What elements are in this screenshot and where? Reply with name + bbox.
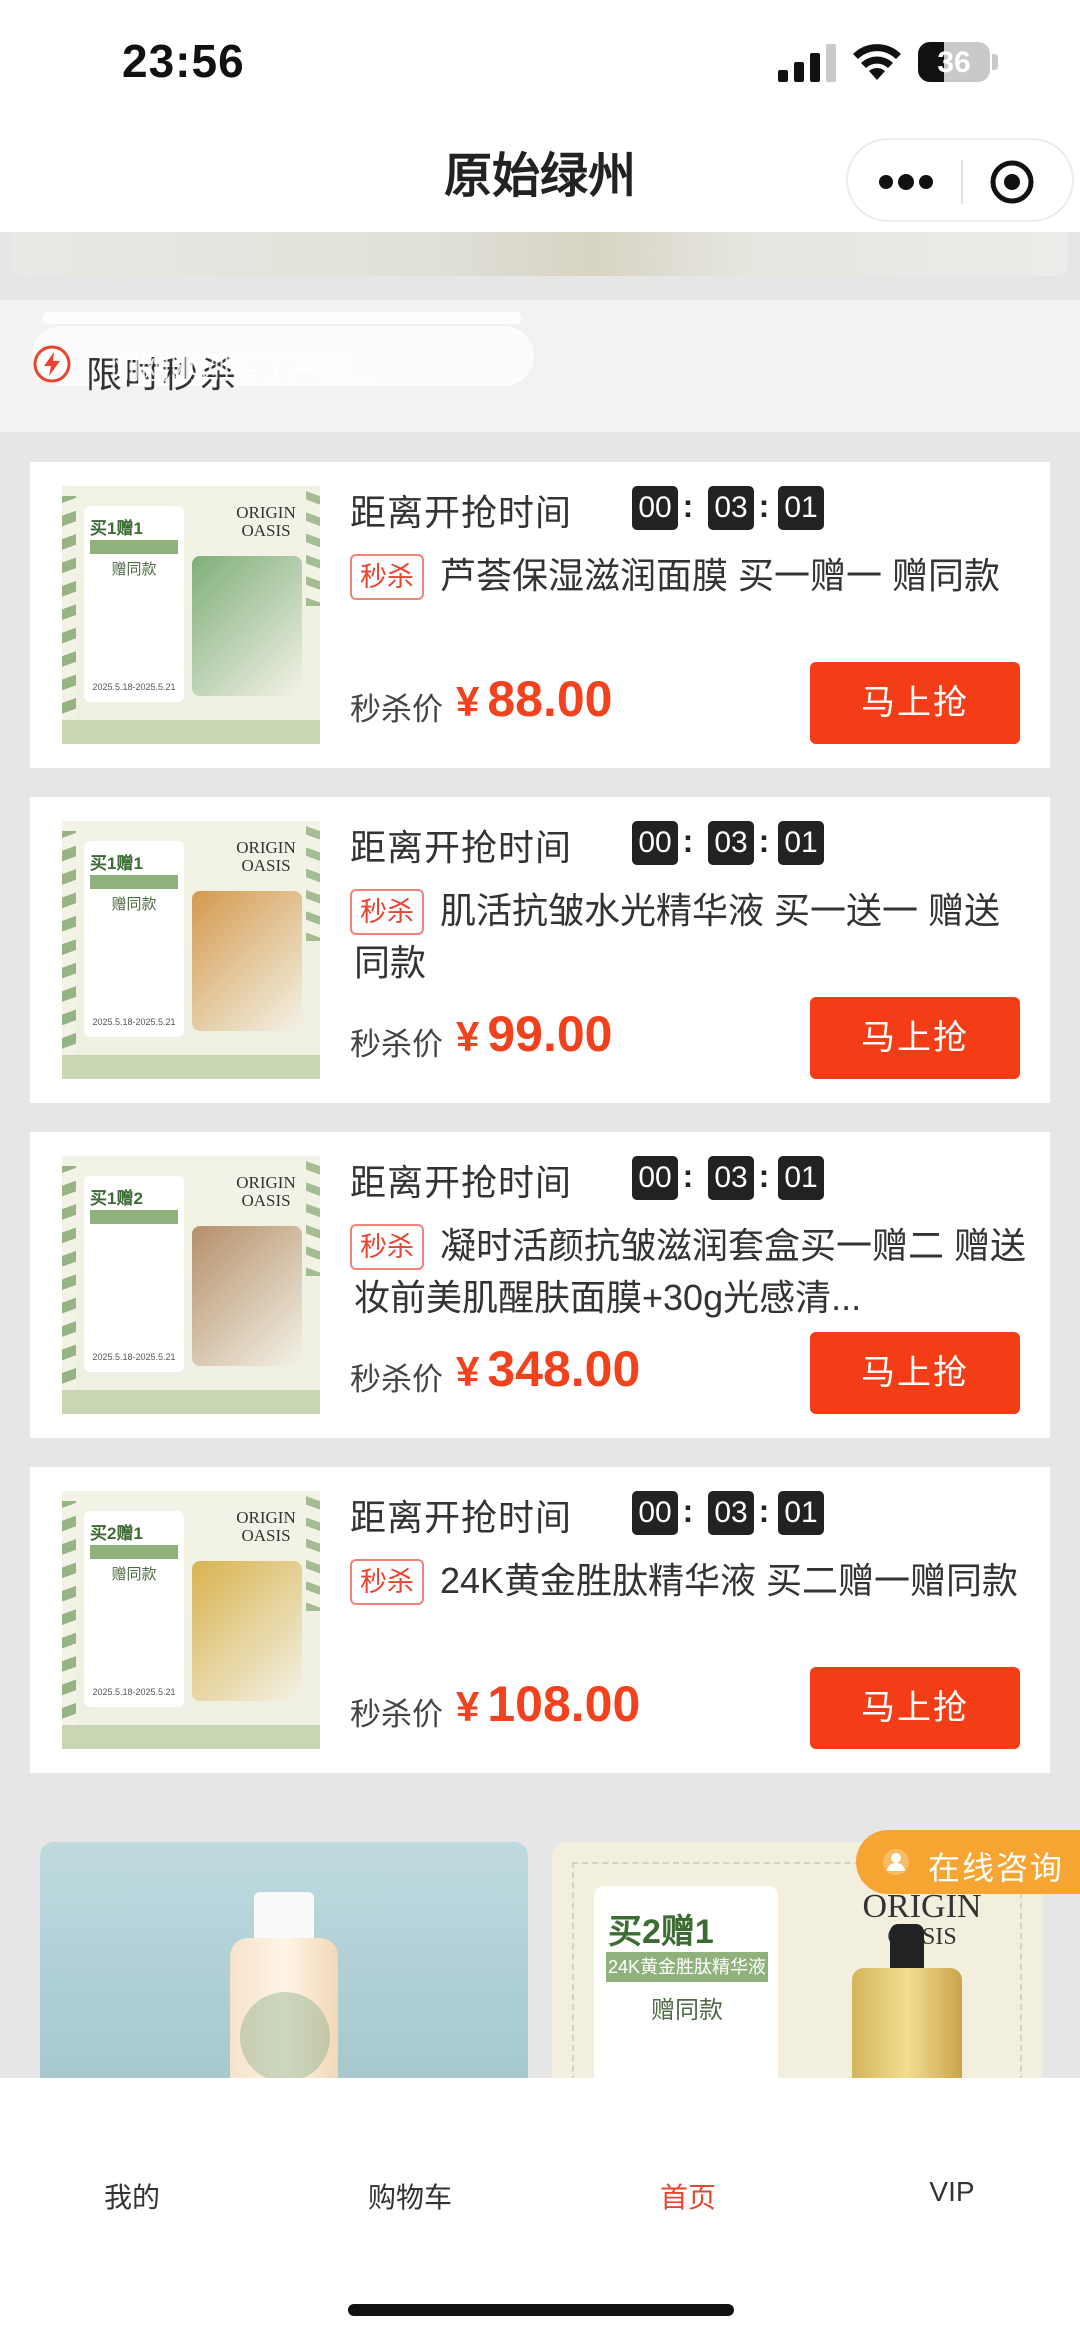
status-bar: 23:56 36 — [0, 0, 1080, 120]
home-indicator — [348, 2304, 734, 2316]
buy-now-button[interactable]: 马上抢 — [810, 1667, 1020, 1749]
product-thumbnail[interactable]: 买1赠2 2025.5.18-2025.5.21 ORIGIN OASIS — [62, 1156, 320, 1414]
more-icon[interactable] — [878, 170, 934, 194]
product-price: ¥88.00 — [456, 671, 613, 727]
online-consult-label: 在线咨询 — [928, 1850, 1065, 1886]
countdown-label: 距离开抢时间 — [350, 1162, 573, 1203]
countdown-seconds: 01 — [778, 1491, 824, 1535]
wifi-icon — [853, 44, 901, 80]
promo-card-left[interactable] — [40, 1842, 528, 2082]
flash-sale-badge: 秒杀 — [350, 1224, 424, 1270]
product-card[interactable]: 买1赠1 赠同款 2025.5.18-2025.5.21 ORIGIN OASIS… — [30, 797, 1050, 1103]
countdown-minutes: 03 — [708, 486, 754, 530]
tab-cart[interactable]: 购物车 — [330, 2176, 490, 2216]
price-label: 秒杀价 — [350, 1027, 443, 1062]
buy-now-button[interactable]: 马上抢 — [810, 997, 1020, 1079]
countdown-minutes: 03 — [708, 821, 754, 865]
online-consult-button[interactable]: 在线咨询 — [856, 1830, 1080, 1894]
countdown-label: 距离开抢时间 — [350, 1497, 573, 1538]
battery-icon: 36 — [918, 42, 990, 82]
product-name[interactable]: 24K黄金胜肽精华液 买二赠一赠同款 — [354, 1555, 1030, 1607]
countdown-label: 距离开抢时间 — [350, 827, 573, 868]
product-thumbnail[interactable]: 买2赠1 赠同款 2025.5.18-2025.5.21 ORIGIN OASIS — [62, 1491, 320, 1749]
user-icon — [883, 1849, 909, 1875]
countdown-seconds: 01 — [778, 821, 824, 865]
countdown-hours: 00 — [632, 486, 678, 530]
countdown-label: 距离开抢时间 — [350, 492, 573, 533]
product-name[interactable]: 肌活抗皱水光精华液 买一送一 赠送同款 — [354, 885, 1030, 989]
battery-level: 36 — [937, 46, 971, 79]
product-card[interactable]: 买1赠2 2025.5.18-2025.5.21 ORIGIN OASIS 距离开… — [30, 1132, 1050, 1438]
flash-sale-header: 限时秒杀 刚刚刚刚买了芦荟... — [0, 300, 1080, 432]
flash-sale-badge: 秒杀 — [350, 1559, 424, 1605]
promo-product-name: 24K黄金胜肽精华液 — [606, 1952, 768, 1982]
product-price: ¥348.00 — [456, 1341, 641, 1397]
buy-now-button[interactable]: 马上抢 — [810, 662, 1020, 744]
flash-sale-badge: 秒杀 — [350, 554, 424, 600]
tab-bar: 我的 购物车 首页 VIP — [0, 2078, 1080, 2337]
product-thumbnail[interactable]: 买1赠1 赠同款 2025.5.18-2025.5.21 ORIGIN OASIS — [62, 486, 320, 744]
flash-sale-badge: 秒杀 — [350, 889, 424, 935]
price-label: 秒杀价 — [350, 1362, 443, 1397]
lightning-icon — [33, 345, 71, 383]
product-price: ¥108.00 — [456, 1676, 641, 1732]
countdown-minutes: 03 — [708, 1156, 754, 1200]
product-thumbnail[interactable]: 买1赠1 赠同款 2025.5.18-2025.5.21 ORIGIN OASIS — [62, 821, 320, 1079]
countdown-minutes: 03 — [708, 1491, 754, 1535]
countdown-seconds: 01 — [778, 486, 824, 530]
banner-carousel[interactable] — [12, 232, 1068, 276]
product-name[interactable]: 凝时活颜抗皱滋润套盒买一赠二 赠送 妆前美肌醒肤面膜+30g光感清... — [354, 1220, 1030, 1324]
price-label: 秒杀价 — [350, 692, 443, 727]
mini-program-capsule — [846, 138, 1074, 222]
status-time: 23:56 — [122, 35, 245, 87]
tab-home[interactable]: 首页 — [608, 2176, 768, 2216]
price-label: 秒杀价 — [350, 1697, 443, 1732]
countdown-seconds: 01 — [778, 1156, 824, 1200]
buy-now-button[interactable]: 马上抢 — [810, 1332, 1020, 1414]
product-card[interactable]: 买1赠1 赠同款 2025.5.18-2025.5.21 ORIGIN OASIS… — [30, 462, 1050, 768]
countdown-hours: 00 — [632, 1491, 678, 1535]
tab-mine[interactable]: 我的 — [52, 2176, 212, 2216]
product-image — [852, 1968, 962, 2082]
cellular-signal-icon — [778, 44, 836, 82]
nav-header: 原始绿州 — [0, 120, 1080, 232]
promo-gift: 赠同款 — [651, 1997, 723, 2024]
ticker-text: 刚刚刚刚买了芦荟... — [110, 353, 376, 386]
countdown-hours: 00 — [632, 1156, 678, 1200]
product-price: ¥99.00 — [456, 1006, 613, 1062]
close-target-icon[interactable] — [988, 158, 1036, 206]
product-name[interactable]: 芦荟保湿滋润面膜 买一赠一 赠同款 — [354, 550, 1030, 602]
product-card[interactable]: 买2赠1 赠同款 2025.5.18-2025.5.21 ORIGIN OASIS… — [30, 1467, 1050, 1773]
promo-badge: 买2赠1 — [608, 1913, 714, 1951]
tab-vip[interactable]: VIP — [872, 2176, 1032, 2208]
countdown-hours: 00 — [632, 821, 678, 865]
